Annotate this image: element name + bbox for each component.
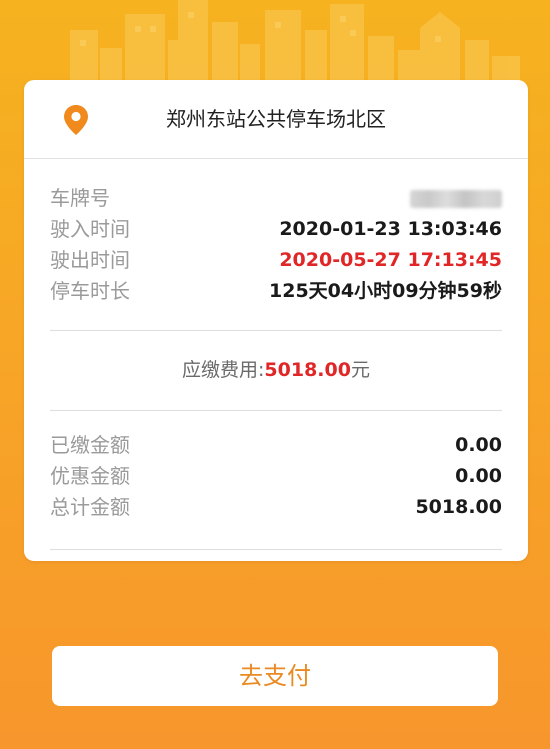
paid-row: 已缴金额 0.00 bbox=[50, 430, 502, 460]
discount-value: 0.00 bbox=[455, 465, 502, 487]
entry-time-value: 2020-01-23 13:03:46 bbox=[279, 218, 502, 240]
total-label: 总计金额 bbox=[50, 495, 130, 519]
exit-time-row: 驶出时间 2020-05-27 17:13:45 bbox=[50, 245, 502, 275]
fee-unit: 元 bbox=[350, 359, 370, 381]
paid-label: 已缴金额 bbox=[50, 433, 130, 457]
fee-due: 应缴费用:5018.00元 bbox=[24, 356, 528, 384]
total-row: 总计金额 5018.00 bbox=[50, 492, 502, 522]
entry-time-label: 驶入时间 bbox=[50, 217, 130, 241]
fee-label: 应缴费用: bbox=[182, 359, 265, 381]
pay-button[interactable]: 去支付 bbox=[52, 646, 498, 706]
parking-lot-name: 郑州东站公共停车场北区 bbox=[166, 107, 386, 131]
divider bbox=[50, 330, 502, 331]
divider bbox=[50, 549, 502, 550]
plate-label: 车牌号 bbox=[50, 186, 110, 210]
duration-row: 停车时长 125天04小时09分钟59秒 bbox=[50, 276, 502, 306]
plate-value-redacted bbox=[410, 190, 502, 208]
entry-time-row: 驶入时间 2020-01-23 13:03:46 bbox=[50, 214, 502, 244]
duration-label: 停车时长 bbox=[50, 279, 130, 303]
divider bbox=[50, 410, 502, 411]
exit-time-value: 2020-05-27 17:13:45 bbox=[279, 249, 502, 271]
parking-receipt-card: 郑州东站公共停车场北区 车牌号 驶入时间 2020-01-23 13:03:46… bbox=[24, 80, 528, 561]
total-value: 5018.00 bbox=[415, 496, 502, 518]
duration-value: 125天04小时09分钟59秒 bbox=[269, 280, 502, 302]
exit-time-label: 驶出时间 bbox=[50, 248, 130, 272]
plate-row: 车牌号 bbox=[50, 183, 502, 213]
discount-label: 优惠金额 bbox=[50, 464, 130, 488]
card-header: 郑州东站公共停车场北区 bbox=[24, 80, 528, 159]
discount-row: 优惠金额 0.00 bbox=[50, 461, 502, 491]
fee-amount: 5018.00 bbox=[264, 359, 351, 381]
paid-value: 0.00 bbox=[455, 434, 502, 456]
